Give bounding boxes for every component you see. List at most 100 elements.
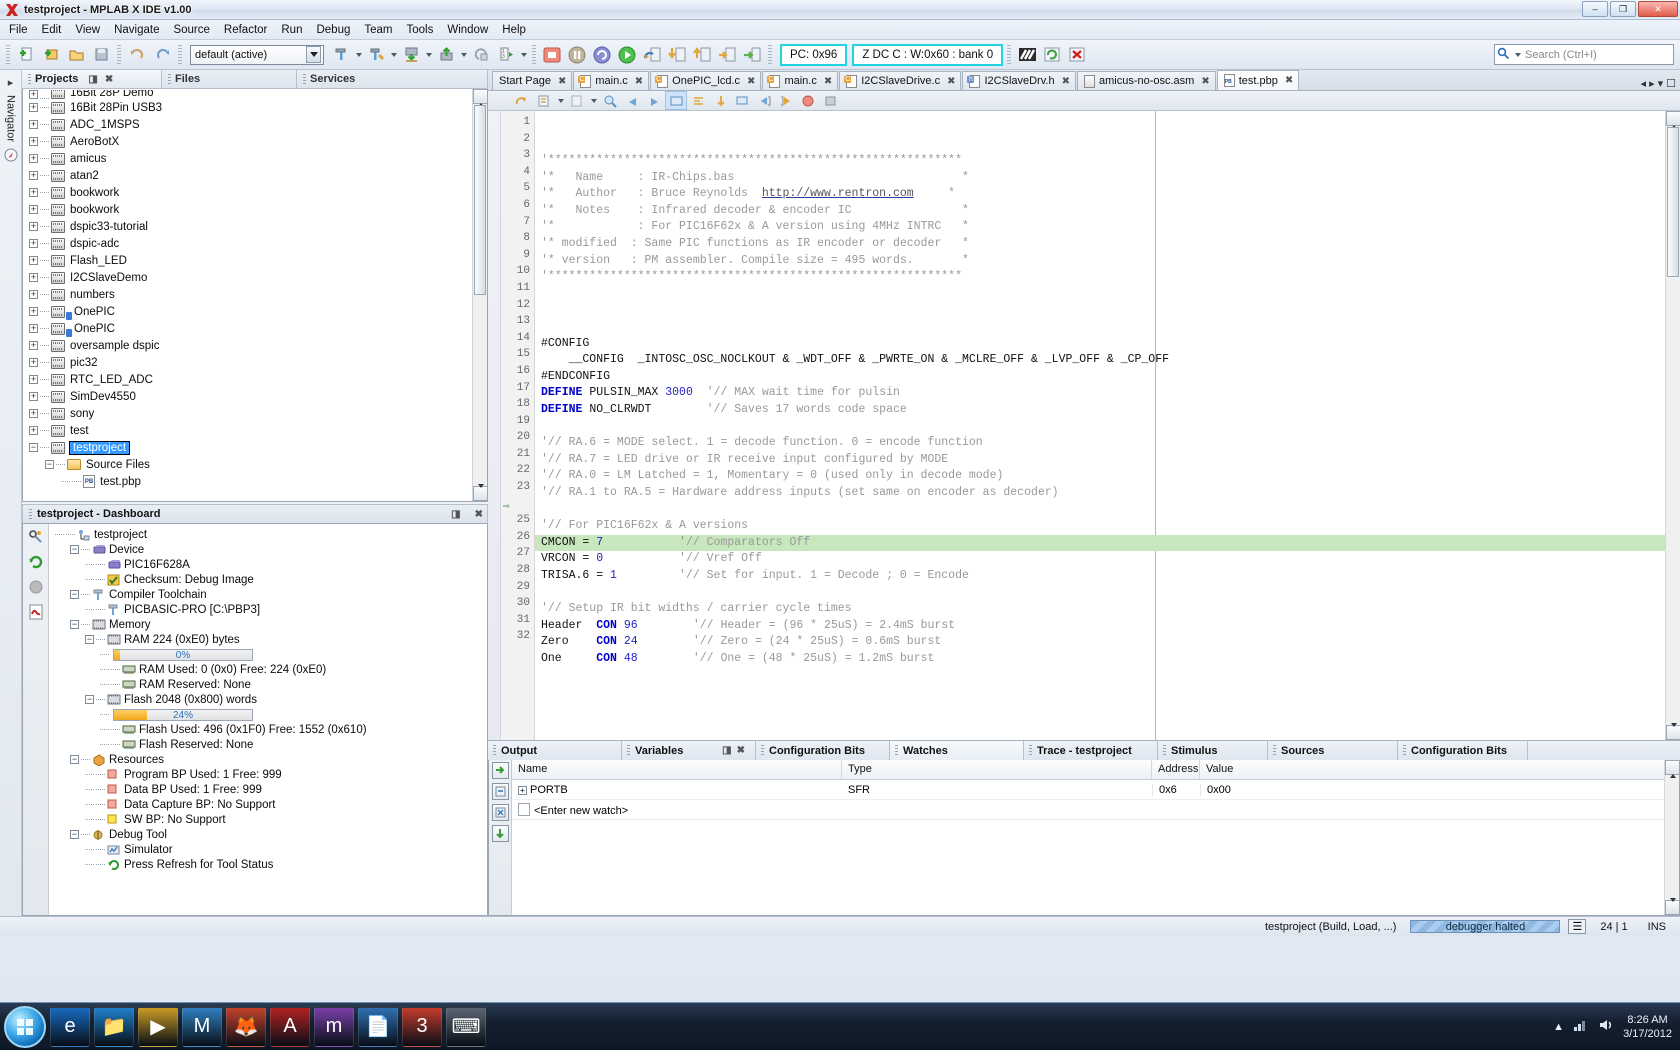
search-scope-chevron-icon[interactable] — [1513, 48, 1522, 62]
pdf-datasheet-icon[interactable] — [27, 603, 45, 621]
taskbar-clock[interactable]: 8:26 AM 3/17/2012 — [1623, 1013, 1672, 1041]
step-into-icon[interactable] — [665, 43, 689, 67]
dashboard-tree-item[interactable]: −RAM 224 (0xE0) bytes — [53, 632, 487, 647]
close-tab-icon[interactable]: ✖ — [558, 76, 566, 87]
menu-file[interactable]: File — [2, 22, 35, 38]
tree-expand-toggle[interactable]: + — [29, 324, 38, 333]
taskbar-media-player-icon[interactable]: ▶ — [138, 1007, 178, 1047]
previous-bookmark-icon[interactable] — [567, 92, 587, 109]
code-line[interactable] — [535, 286, 1665, 303]
dashboard-tree-item[interactable]: Data Capture BP: No Support — [53, 797, 487, 812]
code-line[interactable]: One CON 48 '// One = (48 * 25uS) = 1.2mS… — [535, 651, 1665, 668]
start-button[interactable] — [4, 1006, 46, 1048]
project-tree-item[interactable]: +ADC_1MSPS — [23, 116, 487, 133]
maximize-editor-icon[interactable]: ☐ — [1666, 77, 1676, 90]
dashboard-tree-item[interactable]: −Device — [53, 542, 487, 557]
project-tree-item[interactable]: +Flash_LED — [23, 252, 487, 269]
project-tree-item[interactable]: +OnePIC — [23, 320, 487, 337]
pause-icon[interactable] — [565, 43, 589, 67]
new-runtime-watch-icon[interactable] — [492, 783, 509, 800]
tree-expand-toggle[interactable]: − — [70, 590, 79, 599]
tab-services[interactable]: Services — [297, 70, 488, 88]
shift-line-left-icon[interactable] — [688, 92, 708, 109]
step-over-icon[interactable] — [640, 43, 664, 67]
code-line[interactable]: '// RA.7 = LED drive or IR receive input… — [535, 452, 1665, 469]
dashboard-tree-item[interactable]: testproject — [53, 527, 487, 542]
toolbar-grip-4[interactable] — [532, 45, 536, 65]
new-file-icon[interactable] — [14, 43, 38, 67]
program-device-dropdown-icon[interactable] — [459, 43, 468, 67]
editor-tab[interactable]: main.c✖ — [762, 71, 838, 90]
tree-expand-toggle[interactable]: + — [29, 256, 38, 265]
code-line[interactable] — [535, 419, 1665, 436]
tree-expand-toggle[interactable]: + — [29, 239, 38, 248]
dashboard-tree-item[interactable]: 24% — [53, 707, 487, 722]
tab-list-icon[interactable]: ▾ — [1658, 77, 1664, 90]
search-box[interactable]: Search (Ctrl+I) — [1494, 44, 1674, 65]
dashboard-tree-item[interactable]: RAM Used: 0 (0x0) Free: 224 (0xE0) — [53, 662, 487, 677]
project-tree-item[interactable]: +atan2 — [23, 167, 487, 184]
reset-icon[interactable] — [590, 43, 614, 67]
dashboard-close-icon[interactable]: ✖ — [475, 509, 483, 520]
clean-build-dropdown-icon[interactable] — [389, 43, 398, 67]
project-tree-item[interactable]: +bookwork — [23, 201, 487, 218]
tree-expand-toggle[interactable]: + — [29, 290, 38, 299]
project-tree-item[interactable]: +OnePIC — [23, 303, 487, 320]
dashboard-tree-item[interactable]: RAM Reserved: None — [53, 677, 487, 692]
editor-tab[interactable]: amicus-no-osc.asm✖ — [1077, 71, 1216, 90]
bottom-dock-tab[interactable]: Configuration Bits — [756, 741, 890, 760]
close-tab-icon[interactable]: ✖ — [747, 76, 755, 87]
toggle-bookmark-icon[interactable] — [512, 92, 532, 109]
tree-expand-toggle[interactable]: − — [45, 460, 54, 469]
projects-tree[interactable]: +16Bit 28P Demo+16Bit 28Pin USB3+ADC_1MS… — [22, 89, 488, 502]
dashboard-tree-item[interactable]: −Compiler Toolchain — [53, 587, 487, 602]
search-input[interactable]: Search (Ctrl+I) — [1525, 49, 1597, 61]
configuration-combo[interactable]: default (active) — [190, 45, 324, 65]
code-line[interactable]: #CONFIG — [535, 336, 1665, 353]
dashboard-tree[interactable]: testproject−DevicePIC16F628AChecksum: De… — [49, 524, 487, 915]
tree-expand-toggle[interactable]: + — [29, 307, 38, 316]
tab-files[interactable]: Files — [162, 70, 297, 88]
code-line[interactable]: '* Author : Bruce Reynolds http://www.re… — [535, 186, 1665, 203]
code-line[interactable]: '* Name : IR-Chips.bas * — [535, 170, 1665, 187]
build-project-icon[interactable] — [329, 43, 353, 67]
bottom-dock-tab[interactable]: Stimulus — [1158, 741, 1268, 760]
toolbar-grip-5[interactable] — [768, 45, 772, 65]
taskbar-text-editor-icon[interactable]: 📄 — [358, 1007, 398, 1047]
project-tree-item[interactable]: +AeroBotX — [23, 133, 487, 150]
code-line[interactable]: '// RA.1 to RA.5 = Hardware address inpu… — [535, 485, 1665, 502]
tree-expand-toggle[interactable]: − — [70, 620, 79, 629]
project-properties-icon[interactable] — [27, 528, 45, 546]
editor-tab[interactable]: I2CSlaveDrv.h✖ — [962, 71, 1076, 90]
tree-expand-toggle[interactable]: + — [29, 171, 38, 180]
bottom-dock-tab[interactable]: Watches — [890, 741, 1024, 760]
delete-watch-icon[interactable] — [492, 804, 509, 821]
scroll-up-arrow-icon[interactable] — [473, 89, 488, 104]
network-icon[interactable] — [1573, 1018, 1589, 1035]
toolbar-grip[interactable] — [6, 45, 10, 65]
watch-name[interactable]: <Enter new watch> — [512, 803, 842, 817]
editor-tab[interactable]: test.pbp✖ — [1217, 70, 1300, 90]
refresh-debug-icon[interactable] — [1040, 43, 1064, 67]
menu-help[interactable]: Help — [495, 22, 533, 38]
scroll-tabs-left-icon[interactable]: ◂ — [1641, 77, 1647, 90]
dashboard-tree-item[interactable]: −Debug Tool — [53, 827, 487, 842]
watch-value[interactable]: 0x00 — [1200, 784, 1664, 796]
find-selection-icon[interactable] — [600, 92, 620, 109]
column-type[interactable]: Type — [842, 760, 1152, 779]
column-address[interactable]: Address — [1152, 760, 1200, 779]
code-line[interactable] — [535, 501, 1665, 518]
tree-expand-toggle[interactable]: − — [85, 635, 94, 644]
previous-edit-icon[interactable] — [754, 92, 774, 109]
bottom-dock-tab[interactable]: Variables◨✖ — [622, 741, 756, 760]
stop-debug-x-icon[interactable] — [1065, 43, 1089, 67]
close-button[interactable]: ✕ — [1638, 1, 1678, 17]
menu-navigate[interactable]: Navigate — [107, 22, 166, 38]
project-tree-item[interactable]: −Source Files — [23, 456, 487, 473]
dashboard-minimize-icon[interactable]: ◨ — [451, 509, 460, 520]
taskbar-file-explorer-icon[interactable]: 📁 — [94, 1007, 134, 1047]
code-line[interactable]: '***************************************… — [535, 269, 1665, 286]
tree-expand-toggle[interactable]: + — [29, 358, 38, 367]
project-tree-item[interactable]: +oversample dspic — [23, 337, 487, 354]
project-tree-item[interactable]: +test — [23, 422, 487, 439]
